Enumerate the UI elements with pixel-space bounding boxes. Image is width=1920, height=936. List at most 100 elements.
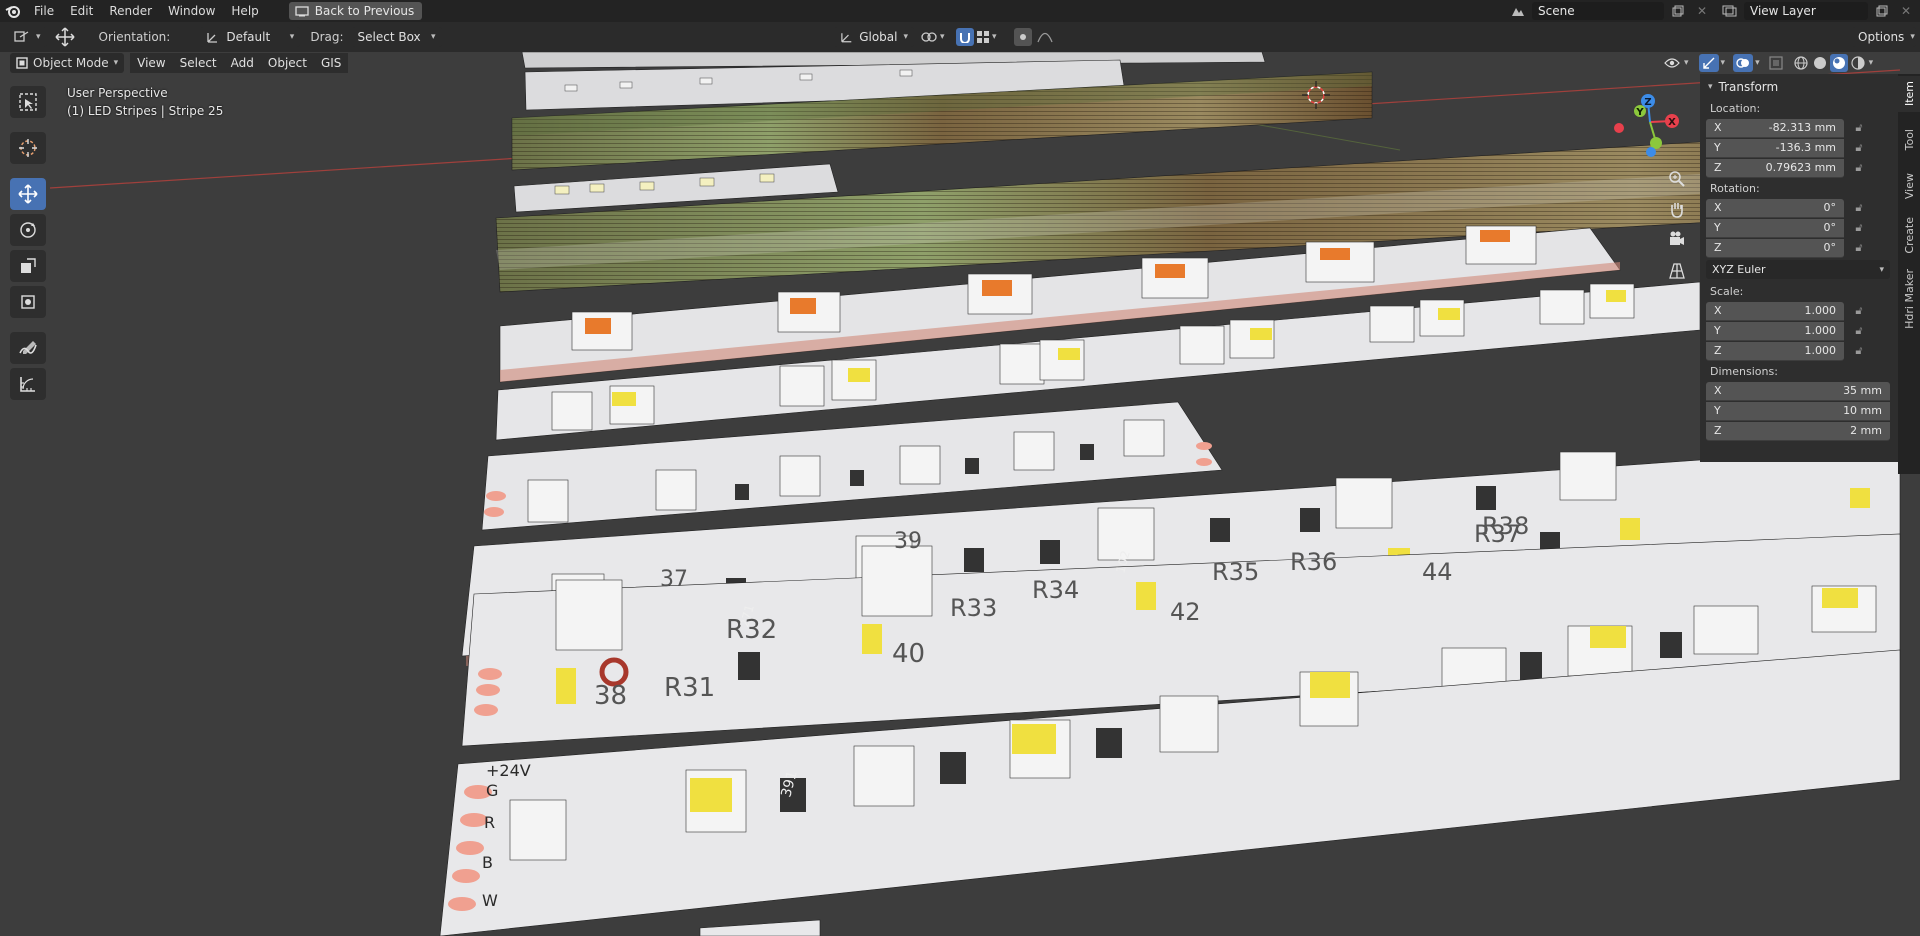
gizmo-neg-x-axis[interactable]: [1614, 123, 1624, 133]
location-x-value: -82.313 mm: [1768, 121, 1836, 134]
orientation-dropdown[interactable]: Default ▾: [200, 27, 301, 47]
material-preview-shading-icon[interactable]: [1829, 54, 1848, 72]
new-scene-icon[interactable]: [1668, 2, 1688, 20]
wireframe-shading-icon[interactable]: [1792, 54, 1810, 72]
move-tool-icon[interactable]: [53, 25, 77, 49]
properties-n-panel: ▾ Transform Location: X -82.313 mm 🔓︎ Y -1…: [1700, 74, 1898, 462]
dimensions-y-field[interactable]: Y 10 mm: [1706, 401, 1890, 421]
proportional-edit-icon[interactable]: [1014, 28, 1032, 46]
menu-select[interactable]: Select: [172, 53, 224, 73]
3d-viewport[interactable]: +24V G R B W R32 R31 38 37 39 40 R33 R34…: [0, 52, 1920, 936]
annotate-tool-icon[interactable]: [10, 332, 46, 364]
scale-x-value: 1.000: [1804, 304, 1837, 317]
cursor-tool-icon[interactable]: [10, 132, 46, 164]
rendered-shading-icon[interactable]: [1849, 54, 1867, 72]
transform-panel-header[interactable]: ▾ Transform: [1700, 74, 1898, 100]
lock-icon[interactable]: 🔓︎: [1844, 241, 1874, 255]
perspective-grid-icon[interactable]: [1664, 258, 1690, 284]
tab-tool[interactable]: Tool: [1898, 122, 1920, 158]
drag-dropdown[interactable]: Select Box ▾: [351, 27, 442, 47]
visibility-eye-icon[interactable]: [1662, 54, 1682, 72]
zoom-magnifier-icon[interactable]: [1664, 166, 1690, 192]
silk-g: G: [486, 781, 498, 800]
scale-z-field[interactable]: Z 1.000: [1706, 341, 1844, 361]
rotation-z-field[interactable]: Z 0°: [1706, 238, 1844, 258]
rotation-y-value: 0°: [1823, 221, 1837, 234]
axis-label: X: [1714, 304, 1722, 317]
view-layer-field[interactable]: View Layer: [1744, 2, 1868, 20]
gizmo-toggle-icon[interactable]: [1698, 54, 1719, 72]
chevron-down-icon: ▾: [430, 32, 436, 42]
tab-hdri-maker[interactable]: Hdri Maker: [1898, 264, 1920, 334]
new-view-layer-icon[interactable]: [1872, 2, 1892, 20]
menu-render[interactable]: Render: [101, 0, 160, 22]
menu-window[interactable]: Window: [160, 0, 223, 22]
options-dropdown[interactable]: Options ▾: [1852, 27, 1916, 47]
scale-y-field[interactable]: Y 1.000: [1706, 321, 1844, 341]
silk-w: W: [482, 891, 498, 910]
back-to-previous-button[interactable]: Back to Previous: [288, 2, 423, 20]
blender-logo-icon[interactable]: [0, 0, 26, 22]
silk-r34: R34: [1032, 576, 1079, 604]
location-x-field[interactable]: X -82.313 mm: [1706, 118, 1844, 138]
measure-tool-icon[interactable]: [10, 368, 46, 400]
editor-type-dropdown[interactable]: ▾: [8, 27, 47, 47]
overlays-toggle-icon[interactable]: [1733, 54, 1754, 72]
tab-create-label: Create: [1902, 216, 1916, 254]
xray-toggle-icon[interactable]: [1766, 54, 1786, 72]
transform-tool-icon[interactable]: [10, 286, 46, 318]
snap-toggle-icon[interactable]: [956, 28, 974, 46]
transform-orientation-dropdown[interactable]: Global ▾: [834, 27, 914, 47]
menu-edit[interactable]: Edit: [62, 0, 101, 22]
view-layer-icon[interactable]: [1720, 2, 1740, 20]
rotation-y-field[interactable]: Y 0°: [1706, 218, 1844, 238]
location-x-row: X -82.313 mm 🔓︎: [1706, 118, 1892, 138]
tab-view[interactable]: View: [1898, 166, 1920, 206]
location-y-field[interactable]: Y -136.3 mm: [1706, 138, 1844, 158]
dimensions-z-field[interactable]: Z 2 mm: [1706, 421, 1890, 441]
menu-help[interactable]: Help: [223, 0, 266, 22]
lock-icon[interactable]: 🔓︎: [1844, 344, 1874, 358]
camera-view-icon[interactable]: [1664, 226, 1690, 252]
menu-add[interactable]: Add: [223, 53, 261, 73]
lock-icon[interactable]: 🔓︎: [1844, 121, 1874, 135]
location-z-field[interactable]: Z 0.79623 mm: [1706, 158, 1844, 178]
menu-view[interactable]: View: [130, 53, 173, 73]
pivot-point-dropdown[interactable]: ▾: [920, 27, 956, 47]
rotation-x-field[interactable]: X 0°: [1706, 198, 1844, 218]
navigation-gizmo[interactable]: X Z Y: [1600, 86, 1700, 166]
pan-hand-icon[interactable]: [1664, 196, 1690, 222]
menu-file[interactable]: File: [26, 0, 62, 22]
object-mode-dropdown[interactable]: Object Mode ▾: [10, 53, 125, 73]
falloff-curve-icon[interactable]: [1034, 28, 1056, 46]
rotation-mode-select[interactable]: XYZ Euler ▾: [1706, 260, 1890, 279]
close-view-layer-icon[interactable]: ✕: [1896, 2, 1916, 20]
scale-x-field[interactable]: X 1.000: [1706, 301, 1844, 321]
menu-gis[interactable]: GIS: [313, 53, 349, 73]
dimensions-x-field[interactable]: X 35 mm: [1706, 381, 1890, 401]
menu-object[interactable]: Object: [260, 53, 314, 73]
rotate-tool-icon[interactable]: [10, 214, 46, 246]
lock-icon[interactable]: 🔓︎: [1844, 324, 1874, 338]
scene-name-field[interactable]: Scene: [1532, 2, 1664, 20]
shading-mode-group: [1792, 54, 1867, 72]
chevron-down-icon: ▾: [992, 32, 997, 42]
lock-icon[interactable]: 🔓︎: [1844, 141, 1874, 155]
location-y-value: -136.3 mm: [1775, 141, 1836, 154]
rotation-z-value: 0°: [1823, 241, 1837, 254]
tab-item[interactable]: Item: [1898, 76, 1920, 112]
gizmo-neg-z-axis[interactable]: [1646, 147, 1656, 157]
lock-icon[interactable]: 🔓︎: [1844, 304, 1874, 318]
lock-icon[interactable]: 🔓︎: [1844, 161, 1874, 175]
scale-tool-icon[interactable]: [10, 250, 46, 282]
snap-target-dropdown[interactable]: ▾: [976, 27, 1006, 47]
lock-icon[interactable]: 🔓︎: [1844, 221, 1874, 235]
move-tool-active-icon[interactable]: [10, 178, 46, 210]
scene-icon[interactable]: [1508, 2, 1528, 20]
lock-icon[interactable]: 🔓︎: [1844, 201, 1874, 215]
tab-create[interactable]: Create: [1898, 210, 1920, 260]
dimensions-label: Dimensions:: [1710, 365, 1778, 378]
select-box-tool-icon[interactable]: [10, 86, 46, 118]
close-scene-icon[interactable]: ✕: [1692, 2, 1712, 20]
solid-shading-icon[interactable]: [1811, 54, 1829, 72]
